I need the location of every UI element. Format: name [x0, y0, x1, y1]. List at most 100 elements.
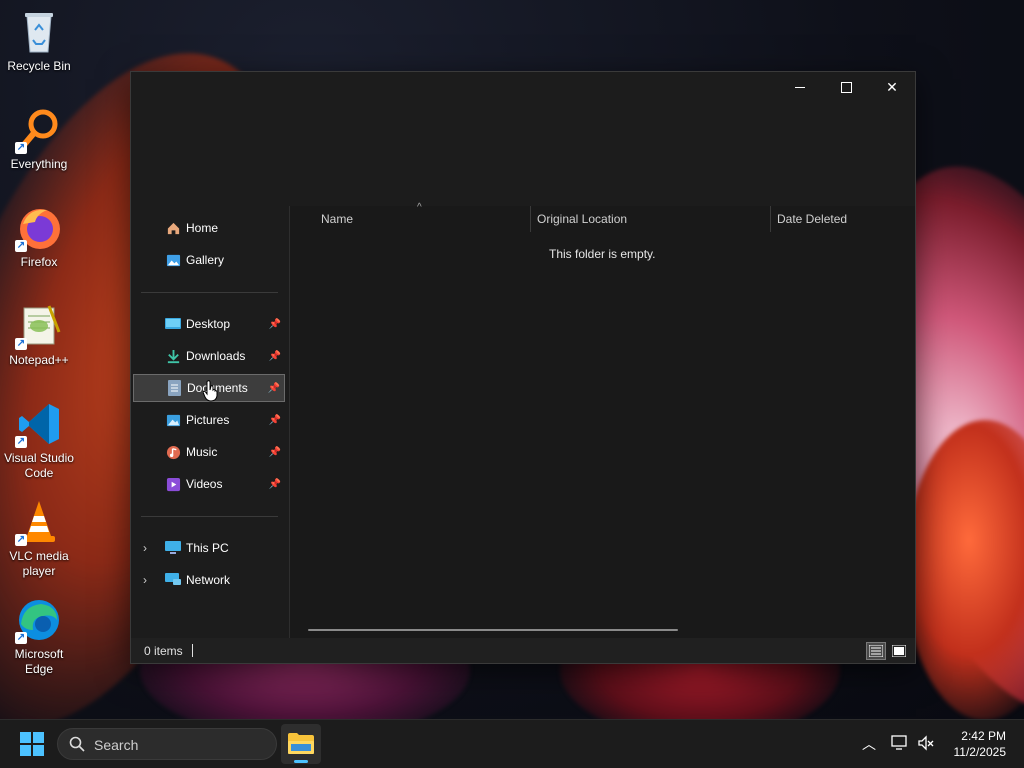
shortcut-arrow-icon: ↗ — [15, 240, 27, 252]
this-pc-icon — [165, 540, 181, 556]
nav-item-pictures[interactable]: Pictures 📌 — [133, 406, 285, 434]
nav-divider — [141, 516, 278, 517]
large-icons-view-icon — [892, 645, 906, 657]
column-header-name[interactable]: Name — [321, 212, 353, 226]
windows-logo-icon — [20, 732, 44, 756]
pin-icon: 📌 — [267, 382, 280, 394]
desktop-icon-everything[interactable]: ↗ Everything — [0, 106, 78, 172]
file-list-pane[interactable]: ^ Name Original Location Date Deleted Th… — [290, 202, 915, 638]
vlc-icon: ↗ — [15, 498, 63, 546]
column-divider[interactable] — [770, 206, 771, 232]
everything-icon: ↗ — [15, 106, 63, 154]
navigation-pane[interactable]: Home Gallery Desktop 📌 Downloads 📌 Docum… — [131, 206, 290, 638]
taskbar-file-explorer[interactable] — [281, 724, 321, 764]
nav-item-label: Downloads — [186, 349, 246, 363]
nav-item-label: Home — [186, 221, 219, 235]
recycle-bin-icon — [15, 8, 63, 56]
nav-item-network[interactable]: › Network — [133, 566, 285, 594]
file-explorer-window[interactable]: ✕ Home Gallery Desktop 📌 Downloads 📌 Doc… — [130, 71, 916, 664]
pin-icon: 📌 — [268, 350, 281, 362]
nav-item-home[interactable]: Home — [133, 214, 285, 242]
desktop-folder-icon — [165, 316, 181, 332]
column-header-original-location[interactable]: Original Location — [537, 212, 627, 226]
firefox-icon: ↗ — [15, 204, 63, 252]
shortcut-arrow-icon: ↗ — [15, 632, 27, 644]
nav-item-label: Music — [186, 445, 218, 459]
desktop-icon-label: Firefox — [20, 255, 58, 269]
maximize-icon — [840, 81, 852, 93]
taskbar-search-box[interactable]: Search — [57, 728, 277, 760]
large-icons-view-button[interactable] — [889, 642, 909, 660]
horizontal-scrollbar[interactable] — [308, 629, 678, 631]
nav-item-label: Desktop — [186, 317, 231, 331]
desktop-icon-label: Microsoft Edge — [14, 647, 64, 676]
pin-icon: 📌 — [268, 318, 281, 330]
desktop-icon-vscode[interactable]: ↗ Visual Studio Code — [0, 400, 78, 481]
desktop-icon-firefox[interactable]: ↗ Firefox — [0, 204, 78, 270]
gallery-icon — [165, 252, 181, 268]
desktop-icon-label: Notepad++ — [9, 353, 69, 367]
music-icon — [165, 444, 181, 460]
clock-date: 11/2/2025 — [953, 745, 1007, 759]
network-status-icon[interactable] — [891, 734, 909, 752]
item-count: 0 items — [144, 644, 183, 658]
network-icon — [165, 572, 181, 588]
videos-icon — [165, 476, 181, 492]
sort-ascending-icon: ^ — [417, 202, 422, 213]
nav-item-desktop[interactable]: Desktop 📌 — [133, 310, 285, 338]
hand-cursor-icon — [203, 380, 218, 402]
desktop-icon-vlc[interactable]: ↗ VLC media player — [0, 498, 78, 579]
nav-item-label: Network — [186, 573, 231, 587]
nav-item-music[interactable]: Music 📌 — [133, 438, 285, 466]
pin-icon: 📌 — [268, 414, 281, 426]
column-divider[interactable] — [530, 206, 531, 232]
start-button[interactable] — [20, 732, 44, 756]
status-separator — [192, 644, 193, 657]
column-header-date-deleted[interactable]: Date Deleted — [777, 212, 847, 226]
column-header-row: ^ Name Original Location Date Deleted — [290, 202, 915, 232]
maximize-button[interactable] — [823, 72, 869, 102]
notepad-plus-plus-icon: ↗ — [15, 302, 63, 350]
home-icon — [165, 220, 181, 236]
shortcut-arrow-icon: ↗ — [15, 436, 27, 448]
nav-item-label: This PC — [186, 541, 229, 555]
nav-item-label: Gallery — [186, 253, 225, 267]
pin-icon: 📌 — [268, 478, 281, 490]
title-bar[interactable]: ✕ — [131, 72, 915, 206]
desktop-icon-label: Recycle Bin — [7, 59, 71, 73]
empty-folder-message: This folder is empty. — [549, 247, 656, 261]
details-view-button[interactable] — [866, 642, 886, 660]
desktop-icon-notepad-plus-plus[interactable]: ↗ Notepad++ — [0, 302, 78, 368]
nav-item-downloads[interactable]: Downloads 📌 — [133, 342, 285, 370]
nav-divider — [141, 292, 278, 293]
desktop-icon-edge[interactable]: ↗ Microsoft Edge — [0, 596, 78, 677]
close-icon: ✕ — [886, 78, 898, 95]
minimize-button[interactable] — [777, 72, 823, 102]
nav-item-videos[interactable]: Videos 📌 — [133, 470, 285, 498]
search-icon — [69, 736, 85, 752]
chevron-up-icon[interactable]: ︿ — [862, 734, 876, 754]
desktop-icon-recycle-bin[interactable]: Recycle Bin — [0, 8, 78, 74]
volume-muted-icon[interactable] — [917, 734, 935, 752]
minimize-icon — [795, 86, 805, 88]
status-bar: 0 items — [131, 639, 915, 663]
chevron-right-icon[interactable]: › — [143, 541, 147, 555]
desktop-icon-label: Visual Studio Code — [4, 451, 74, 480]
nav-item-gallery[interactable]: Gallery — [133, 246, 285, 274]
vscode-icon: ↗ — [15, 400, 63, 448]
desktop-icon-label: Everything — [10, 157, 68, 171]
shortcut-arrow-icon: ↗ — [15, 142, 27, 154]
shortcut-arrow-icon: ↗ — [15, 534, 27, 546]
taskbar: Search ︿ 2:42 PM 11/2/2025 — [0, 719, 1024, 768]
pictures-icon — [165, 412, 181, 428]
documents-icon — [166, 380, 182, 396]
system-clock[interactable]: 2:42 PM 11/2/2025 — [954, 728, 1007, 760]
nav-item-label: Pictures — [186, 413, 230, 427]
search-placeholder: Search — [94, 737, 139, 753]
nav-item-this-pc[interactable]: › This PC — [133, 534, 285, 562]
running-indicator — [294, 760, 308, 763]
chevron-right-icon[interactable]: › — [143, 573, 147, 587]
edge-icon: ↗ — [15, 596, 63, 644]
close-button[interactable]: ✕ — [869, 72, 915, 102]
nav-item-label: Videos — [186, 477, 223, 491]
